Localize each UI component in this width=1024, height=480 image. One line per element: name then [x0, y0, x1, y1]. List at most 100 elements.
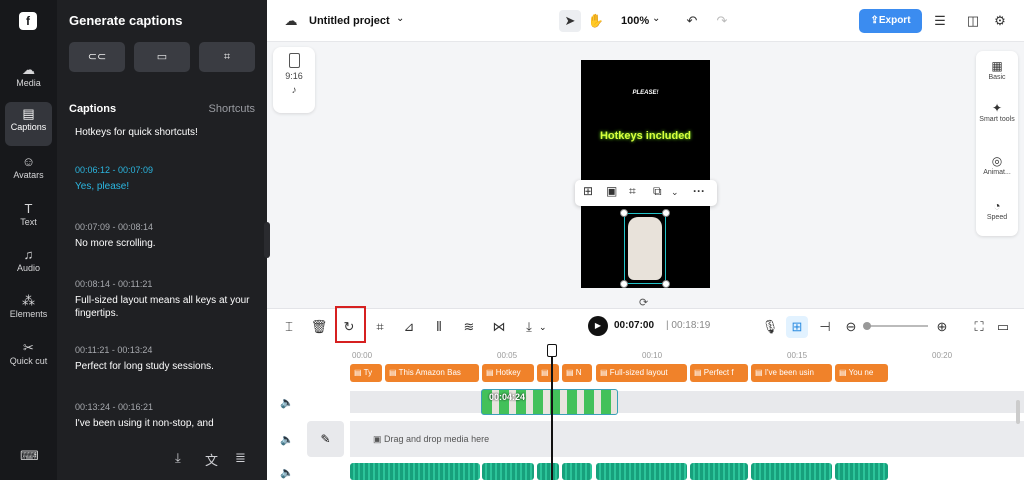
- nav-media[interactable]: ☁ Media: [5, 58, 52, 102]
- shortcuts-link[interactable]: Shortcuts: [209, 103, 255, 115]
- audio-clip[interactable]: [596, 463, 687, 480]
- selection-box[interactable]: [624, 213, 666, 284]
- caption-entry[interactable]: 00:13:24 - 00:16:21 I've been using it n…: [75, 401, 260, 430]
- undo-icon[interactable]: ↶: [681, 10, 703, 32]
- speaker-icon[interactable]: 🔈: [280, 433, 294, 446]
- timeline-scrollbar[interactable]: [1016, 400, 1020, 424]
- resize-handle[interactable]: [662, 280, 670, 288]
- audio-clip[interactable]: [751, 463, 832, 480]
- hand-pan-icon[interactable]: ✋: [585, 10, 607, 32]
- resize-handle[interactable]: [662, 209, 670, 217]
- text-effect-icon[interactable]: ≋: [458, 316, 480, 338]
- speed-tab[interactable]: ◔ Speed: [976, 199, 1018, 221]
- zoom-in-icon[interactable]: ⊕: [931, 316, 953, 338]
- auto-cut-icon[interactable]: ⋈: [488, 316, 510, 338]
- aspect-ratio-card[interactable]: 9:16 ♪: [273, 47, 315, 113]
- nav-quick-cut[interactable]: ✂ Quick cut: [5, 336, 52, 386]
- nav-audio[interactable]: ♫ Audio: [5, 243, 52, 287]
- caption-clip[interactable]: ▤ Hotkey: [482, 364, 534, 382]
- crop-tool-icon[interactable]: ⌗: [369, 316, 391, 338]
- generate-manual-button[interactable]: ▭: [134, 42, 190, 72]
- audio-clip[interactable]: [562, 463, 592, 480]
- layers-icon[interactable]: ☰: [929, 10, 951, 32]
- monitor-icon[interactable]: ▭: [992, 316, 1014, 338]
- redo-icon[interactable]: ↷: [711, 10, 733, 32]
- split-icon[interactable]: ⌶: [278, 316, 300, 338]
- nav-text[interactable]: T Text: [5, 197, 52, 241]
- caption-clip[interactable]: ▤ This Amazon Bas: [385, 364, 479, 382]
- caption-clip[interactable]: ▤ Perfect f: [690, 364, 748, 382]
- audio-clip[interactable]: [690, 463, 748, 480]
- select-pointer-icon[interactable]: ➤: [559, 10, 581, 32]
- caption-clip[interactable]: ▤ Ty: [350, 364, 382, 382]
- replace-image-icon[interactable]: ⊞: [583, 184, 593, 198]
- audio-clip[interactable]: [835, 463, 888, 480]
- nav-elements[interactable]: ⁂ Elements: [5, 289, 52, 333]
- zoom-slider[interactable]: [866, 325, 928, 327]
- freeze-icon[interactable]: ⫴: [428, 316, 450, 338]
- resize-handle[interactable]: [620, 280, 628, 288]
- layout-icon[interactable]: ◫: [962, 10, 984, 32]
- search-replace-icon[interactable]: ≣: [235, 450, 246, 466]
- cloud-save-icon[interactable]: ☁: [280, 10, 302, 32]
- captions-heading: Captions: [69, 103, 117, 115]
- download-icon[interactable]: ⤓: [175, 450, 181, 466]
- caption-clip[interactable]: ▤ I've been usin: [751, 364, 832, 382]
- magic-wand-icon: ✦: [991, 101, 1003, 115]
- animation-tab[interactable]: ◎ Animat...: [976, 154, 1018, 176]
- playhead-grip[interactable]: [547, 344, 557, 357]
- flip-icon[interactable]: ⊿: [398, 316, 420, 338]
- caption-entry[interactable]: 00:08:14 - 00:11:21 Full-sized layout me…: [75, 278, 260, 320]
- caption-entry[interactable]: 00:07:09 - 00:08:14 No more scrolling.: [75, 221, 260, 250]
- caption-clip[interactable]: ▤ N: [562, 364, 592, 382]
- basic-tab[interactable]: ▦ Basic: [976, 59, 1018, 81]
- zoom-slider-thumb[interactable]: [863, 322, 871, 330]
- resize-handle[interactable]: [620, 209, 628, 217]
- caption-clip[interactable]: ▤ Full-sized layout: [596, 364, 687, 382]
- delete-icon[interactable]: 🗑: [308, 316, 330, 338]
- export-button[interactable]: ⇪Export: [859, 9, 922, 33]
- caption-clip[interactable]: ▤ You ne: [835, 364, 888, 382]
- playhead[interactable]: [551, 344, 553, 480]
- drop-zone[interactable]: ▣ Drag and drop media here: [350, 421, 1024, 457]
- panel-collapse-handle[interactable]: [264, 222, 270, 258]
- edit-pen-icon[interactable]: ✎: [307, 421, 344, 457]
- speaker-icon[interactable]: 🔈: [280, 466, 294, 479]
- generate-scan-button[interactable]: ⌗: [199, 42, 255, 72]
- caption-entry[interactable]: Hotkeys for quick shortcuts!: [75, 122, 260, 139]
- translate-icon[interactable]: 文: [205, 450, 218, 469]
- zoom-chevron-icon[interactable]: ⌄: [652, 13, 660, 24]
- top-bar: ☁ Untitled project ⌄ ➤ ✋ 100% ⌄ ↶ ↷ ⇪Exp…: [267, 0, 1024, 42]
- caption-entry[interactable]: 00:06:12 - 00:07:09 Yes, please!: [75, 164, 260, 193]
- download-chevron-icon[interactable]: ⌄: [539, 322, 547, 333]
- split-preview-icon[interactable]: ⊣: [814, 316, 836, 338]
- keyboard-icon[interactable]: ⌨: [20, 448, 39, 464]
- microphone-icon[interactable]: 🎙: [759, 316, 781, 338]
- settings-gear-icon[interactable]: ⚙: [989, 10, 1011, 32]
- caption-entry[interactable]: 00:11:21 - 00:13:24 Perfect for long stu…: [75, 344, 260, 373]
- zoom-out-icon[interactable]: ⊖: [840, 316, 862, 338]
- app-logo-icon[interactable]: f: [19, 12, 37, 30]
- nav-avatars[interactable]: ☺ Avatars: [5, 150, 52, 194]
- audio-clip[interactable]: [537, 463, 559, 480]
- crop-icon[interactable]: ⌗: [629, 184, 636, 199]
- play-button[interactable]: ▶: [588, 316, 608, 336]
- magnet-snap-icon[interactable]: ⊞: [786, 316, 808, 338]
- zoom-level[interactable]: 100%: [621, 15, 649, 27]
- scan-icon: ⌗: [223, 51, 231, 63]
- mask-icon[interactable]: ▣: [606, 184, 617, 198]
- audio-clip[interactable]: [350, 463, 480, 480]
- more-chevron-icon[interactable]: ⌄: [671, 187, 679, 198]
- background-removal-icon[interactable]: ⧉: [653, 184, 662, 199]
- chevron-down-icon[interactable]: ⌄: [396, 13, 404, 24]
- smart-tools-tab[interactable]: ✦ Smart tools: [976, 101, 1018, 123]
- download-tool-icon[interactable]: ⤓: [518, 316, 540, 338]
- project-name[interactable]: Untitled project: [309, 15, 390, 27]
- nav-captions[interactable]: ▤ Captions: [5, 102, 52, 146]
- caption-clip[interactable]: ▤: [537, 364, 559, 382]
- speaker-icon[interactable]: 🔈: [280, 396, 294, 409]
- generate-auto-button[interactable]: ⊂⊂: [69, 42, 125, 72]
- fullscreen-icon[interactable]: ⛶: [968, 316, 990, 338]
- more-options-icon[interactable]: ···: [693, 184, 705, 198]
- audio-clip[interactable]: [482, 463, 534, 480]
